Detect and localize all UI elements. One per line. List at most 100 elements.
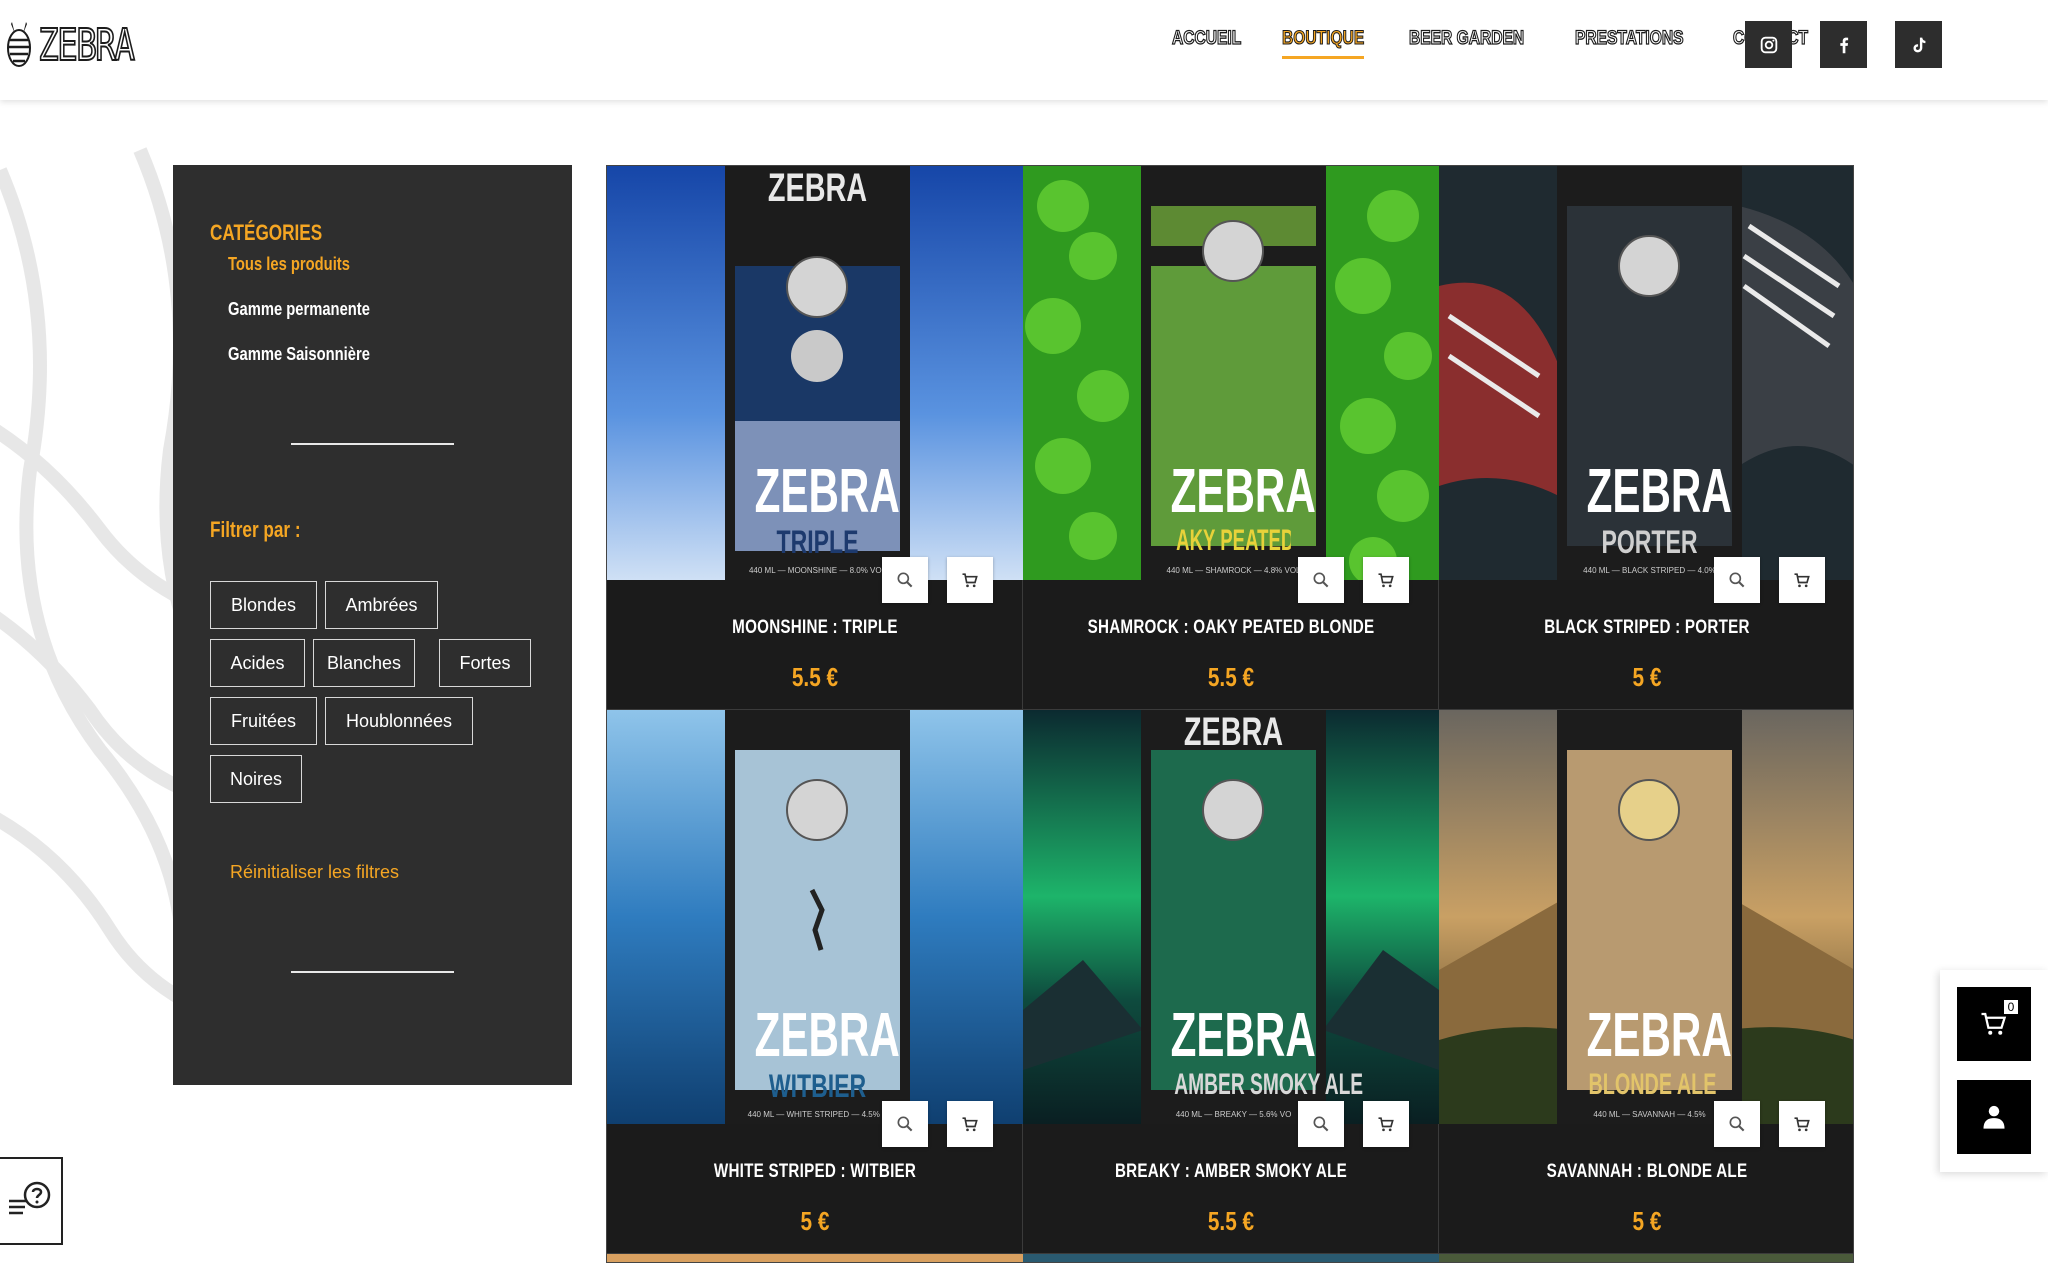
product-card[interactable]: ZEBRA PORTER 440 ML — BLACK STRIPED — 4.…	[1439, 166, 1853, 710]
product-image[interactable]: ZEBRA BLONDE ALE 440 ML — SAVANNAH — 4.5…	[1439, 710, 1853, 1124]
help-chat-icon	[8, 1181, 50, 1215]
floating-actions: 0	[1940, 970, 2048, 1172]
quick-view-button[interactable]	[1714, 557, 1760, 603]
add-to-cart-button[interactable]	[1779, 557, 1825, 603]
cart-icon	[1378, 1117, 1394, 1132]
search-icon	[897, 572, 913, 588]
can-brand: ZEBRA	[1170, 457, 1316, 526]
search-icon	[1729, 572, 1745, 588]
product-name[interactable]: SAVANNAH : BLONDE ALE	[1481, 1161, 1814, 1183]
sidebar-divider	[291, 443, 454, 445]
zebra-head-icon	[7, 22, 31, 67]
product-image[interactable]: ZEBRA AKY PEATED BLONE 440 ML — SHAMROCK…	[1023, 166, 1439, 580]
product-name[interactable]: BLACK STRIPED : PORTER	[1481, 617, 1814, 639]
search-icon	[897, 1116, 913, 1132]
add-to-cart-button[interactable]	[1363, 557, 1409, 603]
product-grid: ZEBRA ZEBRA TRIPLE 440 ML — MOONSHINE — …	[606, 165, 1854, 1263]
product-card[interactable]: ZEBRA BLONDE ALE 440 ML — SAVANNAH — 4.5…	[1439, 710, 1853, 1254]
nav-prestations[interactable]: PRESTATIONS	[1575, 27, 1685, 59]
add-to-cart-button[interactable]	[1779, 1101, 1825, 1147]
product-card[interactable]: ZEBRA WITBIER 440 ML — WHITE STRIPED — 4…	[607, 710, 1023, 1254]
product-card-peek	[1023, 1254, 1439, 1262]
cart-button[interactable]: 0	[1957, 987, 2031, 1061]
product-card[interactable]: ZEBRA ZEBRA AMBER SMOKY ALE 440 ML — BRE…	[1023, 710, 1439, 1254]
filter-sidebar: CATÉGORIES Tous les produits Gamme perma…	[173, 165, 572, 1085]
filter-title: Filtrer par :	[210, 517, 301, 542]
can-brand: ZEBRA	[1586, 1001, 1732, 1070]
can-label: AMBER SMOKY ALE	[1174, 1068, 1364, 1101]
product-price: 5.5 €	[791, 662, 839, 692]
search-icon	[1313, 572, 1329, 588]
filter-fruitees[interactable]: Fruitées	[210, 697, 317, 745]
cart-icon	[962, 1117, 978, 1132]
filter-noires[interactable]: Noires	[210, 755, 302, 803]
product-price: 5.5 €	[1207, 662, 1255, 692]
product-image[interactable]: ZEBRA PORTER 440 ML — BLACK STRIPED — 4.…	[1439, 166, 1853, 580]
account-button[interactable]	[1957, 1080, 2031, 1154]
can-label: PORTER	[1601, 524, 1698, 560]
reset-filters-link[interactable]: Réinitialiser les filtres	[230, 862, 399, 883]
quick-view-button[interactable]	[882, 557, 928, 603]
tiktok-icon	[1913, 37, 1925, 52]
can-label: TRIPLE	[776, 524, 859, 560]
cart-count-badge: 0	[2003, 999, 2019, 1015]
product-card-peek	[607, 1254, 1023, 1262]
category-seasonal-range[interactable]: Gamme Saisonnière	[228, 344, 370, 365]
product-price: 5 €	[800, 1206, 830, 1236]
instagram-button[interactable]	[1745, 21, 1792, 68]
product-image[interactable]: ZEBRA WITBIER 440 ML — WHITE STRIPED — 4…	[607, 710, 1023, 1124]
can-brand: ZEBRA	[1586, 457, 1732, 526]
can-brand: ZEBRA	[754, 457, 900, 526]
can-label: BLONDE ALE	[1588, 1068, 1717, 1101]
cart-icon	[962, 573, 978, 588]
tiktok-button[interactable]	[1895, 21, 1942, 68]
social-links	[1745, 21, 1942, 68]
instagram-icon	[1760, 36, 1777, 53]
nav-accueil[interactable]: ACCUEIL	[1171, 27, 1241, 59]
product-image[interactable]: ZEBRA ZEBRA AMBER SMOKY ALE 440 ML — BRE…	[1023, 710, 1439, 1124]
cart-icon	[1378, 573, 1394, 588]
help-chat-button[interactable]	[0, 1157, 63, 1245]
logo-text: ZEBRA	[37, 20, 136, 71]
category-permanent-range[interactable]: Gamme permanente	[228, 299, 370, 320]
categories-title: CATÉGORIES	[210, 220, 323, 245]
product-name[interactable]: BREAKY : AMBER SMOKY ALE	[1065, 1161, 1398, 1183]
product-price: 5 €	[1632, 662, 1662, 692]
filter-fortes[interactable]: Fortes	[439, 639, 531, 687]
product-card-peek	[1439, 1254, 1853, 1262]
can-brand: ZEBRA	[1170, 1001, 1316, 1070]
can-brand-top: ZEBRA	[1183, 710, 1284, 754]
filter-blanches[interactable]: Blanches	[313, 639, 415, 687]
product-price: 5.5 €	[1207, 1206, 1255, 1236]
quick-view-button[interactable]	[882, 1101, 928, 1147]
quick-view-button[interactable]	[1714, 1101, 1760, 1147]
category-all-products[interactable]: Tous les produits	[228, 254, 350, 275]
add-to-cart-button[interactable]	[1363, 1101, 1409, 1147]
product-name[interactable]: MOONSHINE : TRIPLE	[649, 617, 982, 639]
product-card[interactable]: ZEBRA ZEBRA TRIPLE 440 ML — MOONSHINE — …	[607, 166, 1023, 710]
can-label: WITBIER	[768, 1068, 867, 1104]
facebook-button[interactable]	[1820, 21, 1867, 68]
can-brand: ZEBRA	[754, 1001, 900, 1070]
filter-acides[interactable]: Acides	[210, 639, 305, 687]
search-icon	[1313, 1116, 1329, 1132]
filter-ambrees[interactable]: Ambrées	[325, 581, 438, 629]
brand-logo[interactable]: ZEBRA	[4, 18, 160, 74]
nav-beer-garden[interactable]: BEER GARDEN	[1408, 27, 1524, 59]
add-to-cart-button[interactable]	[947, 557, 993, 603]
search-icon	[1729, 1116, 1745, 1132]
cart-icon	[1794, 573, 1810, 588]
add-to-cart-button[interactable]	[947, 1101, 993, 1147]
quick-view-button[interactable]	[1298, 1101, 1344, 1147]
can-label: AKY PEATED BLONE	[1176, 524, 1291, 557]
product-name[interactable]: WHITE STRIPED : WITBIER	[649, 1161, 982, 1183]
product-image[interactable]: ZEBRA ZEBRA TRIPLE 440 ML — MOONSHINE — …	[607, 166, 1023, 580]
product-name[interactable]: SHAMROCK : OAKY PEATED BLONDE	[1065, 617, 1398, 639]
product-card[interactable]: ZEBRA AKY PEATED BLONE 440 ML — SHAMROCK…	[1023, 166, 1439, 710]
product-price: 5 €	[1632, 1206, 1662, 1236]
filter-blondes[interactable]: Blondes	[210, 581, 317, 629]
quick-view-button[interactable]	[1298, 557, 1344, 603]
nav-boutique[interactable]: BOUTIQUE	[1282, 27, 1365, 59]
sidebar-divider	[291, 971, 454, 973]
filter-houblonnees[interactable]: Houblonnées	[325, 697, 473, 745]
